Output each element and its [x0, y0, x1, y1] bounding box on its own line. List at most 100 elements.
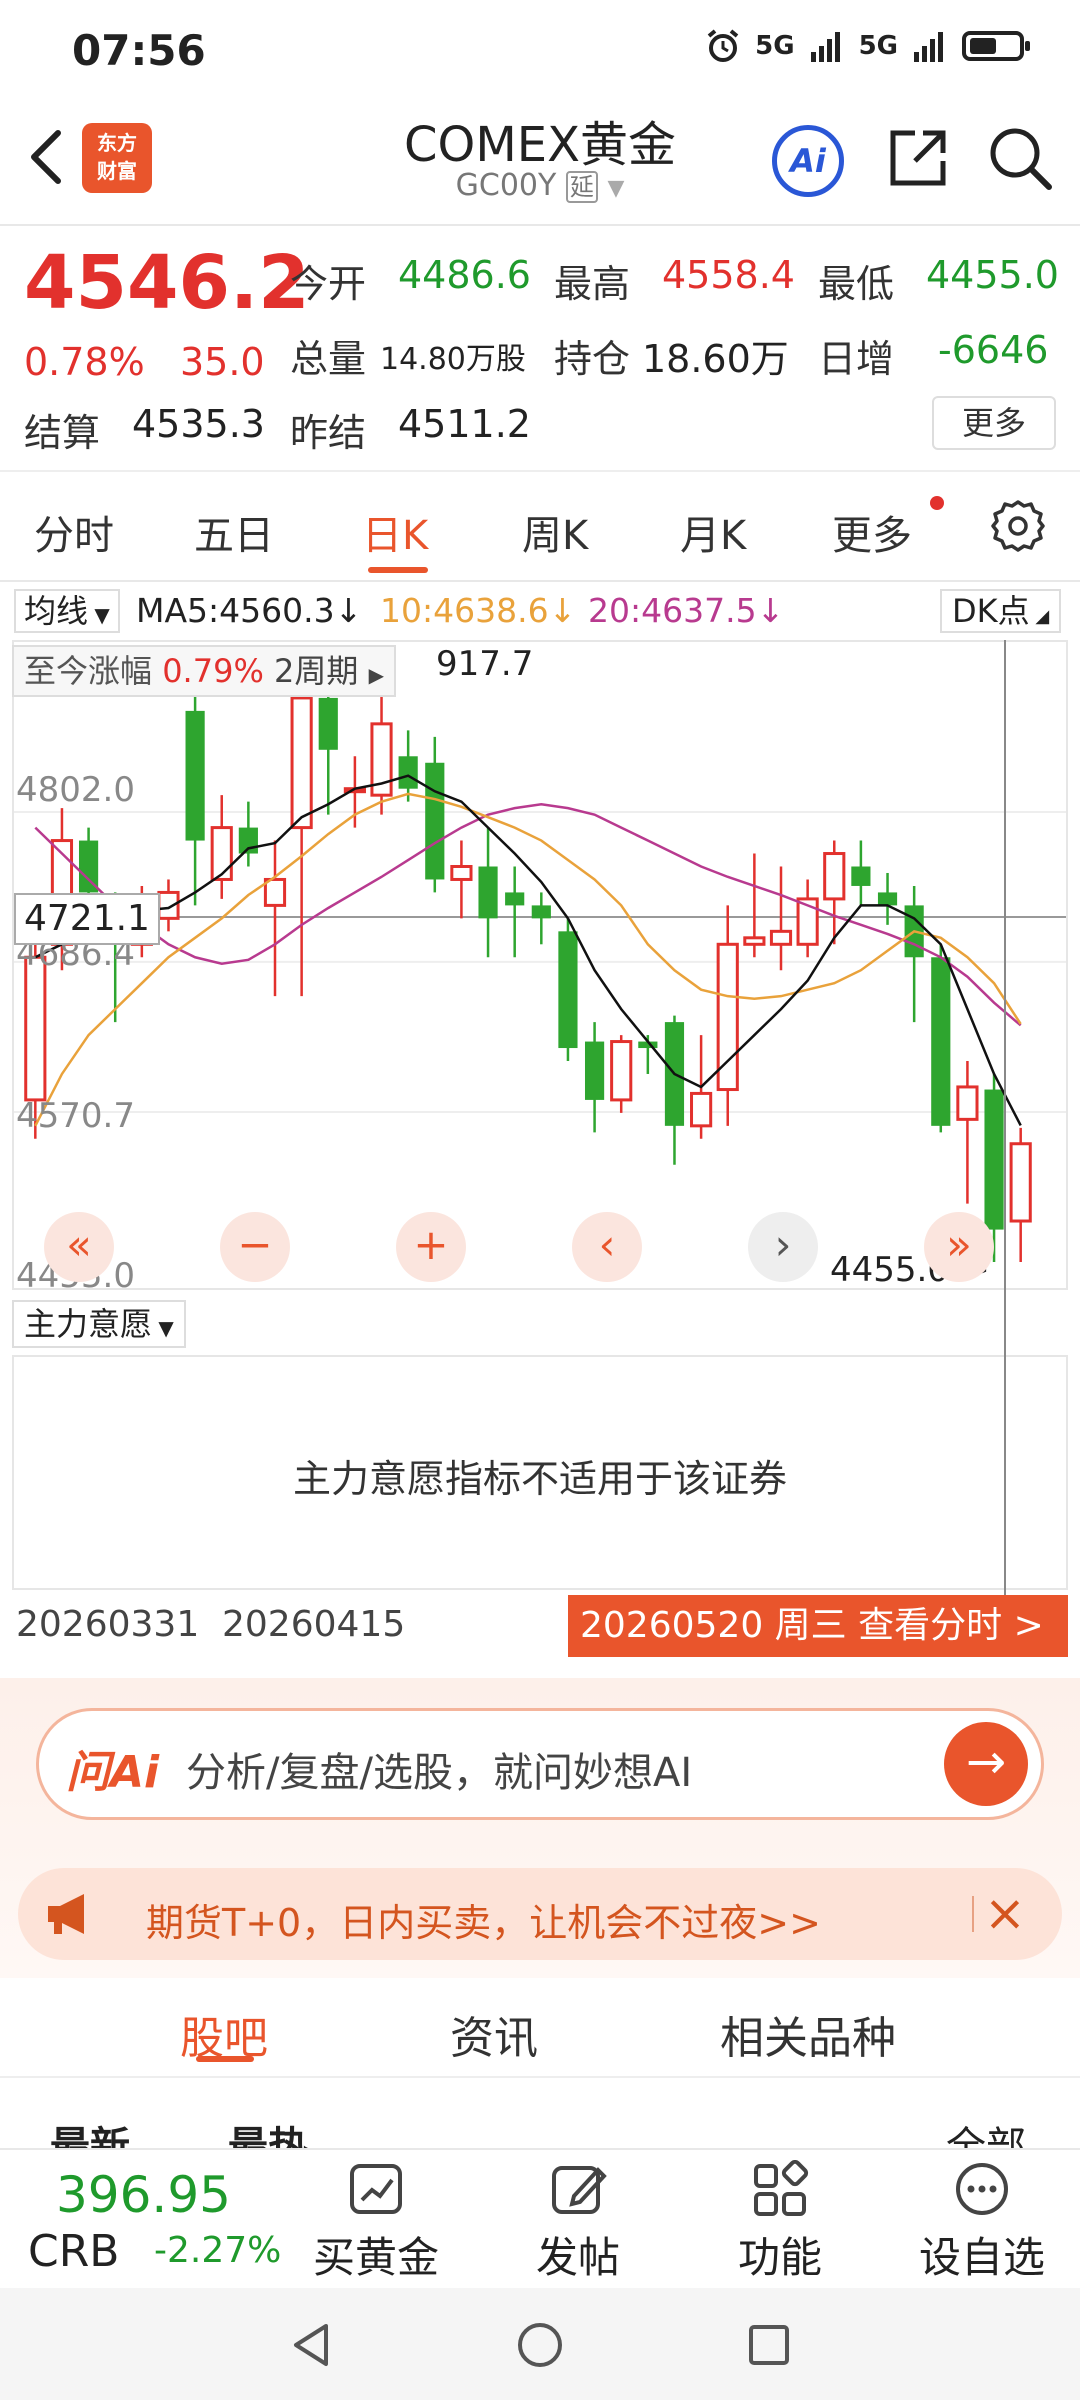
- sort-row: 最新 最热 全部: [0, 2080, 1080, 2150]
- more-quote-button[interactable]: 更多: [932, 396, 1056, 450]
- y-axis-label: 4802.0: [16, 770, 135, 810]
- dk-label: DK点: [952, 592, 1030, 630]
- divider: [0, 580, 1080, 582]
- candle-body: [769, 929, 793, 946]
- functions-button[interactable]: 功能: [700, 2160, 860, 2285]
- ma10-value: 10:4638.6↓: [380, 591, 576, 630]
- search-icon[interactable]: [985, 123, 1055, 193]
- crb-name[interactable]: CRB: [28, 2226, 119, 2277]
- scroll-right-button[interactable]: ›: [748, 1212, 818, 1282]
- crosshair-line: [1004, 640, 1006, 1595]
- scroll-start-button[interactable]: «: [44, 1212, 114, 1282]
- ma20-value: 20:4637.5↓: [588, 591, 784, 630]
- header: 东方 财富 COMEX黄金 GC00Y 延 ▼ Ai: [0, 95, 1080, 225]
- add-watchlist-button[interactable]: 设自选: [902, 2160, 1062, 2285]
- volume-value: 14.80万股: [380, 342, 526, 377]
- status-bar: 07:56 5G 5G: [0, 0, 1080, 95]
- corner-arrow-icon: ◢: [1029, 606, 1050, 627]
- crb-change[interactable]: -2.27%: [154, 2230, 281, 2271]
- scroll-end-button[interactable]: »: [924, 1212, 994, 1282]
- chevron-down-icon: ▼: [88, 603, 110, 627]
- crb-price[interactable]: 396.95: [56, 2166, 231, 2224]
- nav-recents-icon[interactable]: [744, 2320, 794, 2370]
- low-value: 4455.0: [926, 253, 1059, 297]
- sort-latest[interactable]: 最新: [50, 2114, 130, 2150]
- chevron-down-icon: ▼: [152, 1316, 174, 1340]
- scroll-left-button[interactable]: ‹: [572, 1212, 642, 1282]
- period-tabs: 分时 五日 日K 周K 月K 更多: [0, 475, 1080, 580]
- candle-body: [263, 877, 287, 907]
- dk-point-button[interactable]: DK点 ◢: [940, 589, 1062, 633]
- candle-body: [823, 852, 846, 901]
- zoom-in-button[interactable]: +: [396, 1212, 466, 1282]
- range-label: 至今涨幅: [24, 652, 153, 690]
- filter-all[interactable]: 全部: [946, 2114, 1026, 2150]
- chevron-right-icon: ▶: [368, 663, 384, 687]
- daily-increase-value: -6646: [938, 328, 1049, 372]
- high-label: 最高: [554, 262, 631, 306]
- network-label-2: 5G: [858, 31, 898, 61]
- tab-daily-k[interactable]: 日K: [362, 503, 428, 561]
- cursor-date-button[interactable]: 20260520 周三 查看分时 >: [568, 1595, 1068, 1657]
- candle-body: [425, 762, 445, 880]
- gear-icon[interactable]: [990, 498, 1046, 554]
- range-change-box[interactable]: 至今涨幅 0.79% 2周期 ▶: [12, 645, 396, 697]
- ai-assistant-button[interactable]: Ai: [772, 125, 844, 197]
- y-axis-label: 4570.7: [16, 1096, 135, 1136]
- buy-gold-button[interactable]: 买黄金: [296, 2160, 456, 2285]
- tab-intraday[interactable]: 分时: [34, 503, 114, 561]
- range-period: 2周期: [274, 652, 359, 690]
- low-label: 最低: [818, 262, 895, 306]
- tab-more-periods[interactable]: 更多: [832, 503, 912, 561]
- ma10-line: [34, 792, 1022, 1127]
- tab-monthly-k[interactable]: 月K: [680, 503, 746, 561]
- add-watchlist-label: 设自选: [918, 2233, 1045, 2282]
- candle-body: [1009, 1142, 1032, 1223]
- more-dots-icon: [956, 2163, 1008, 2215]
- tab-related[interactable]: 相关品种: [720, 2002, 896, 2066]
- sort-hottest[interactable]: 最热: [228, 2114, 308, 2150]
- ma-select-label: 均线: [24, 592, 89, 630]
- zoom-out-button[interactable]: −: [220, 1212, 290, 1282]
- kline-chart[interactable]: [12, 640, 1068, 1290]
- open-interest-label: 持仓: [554, 337, 631, 381]
- ma20-line: [34, 802, 1022, 1027]
- nav-home-icon[interactable]: [515, 2320, 565, 2370]
- notification-dot: [930, 496, 944, 510]
- candle-body: [398, 756, 418, 789]
- candle-body: [931, 957, 951, 1126]
- open-value: 4486.6: [398, 253, 531, 297]
- edit-icon: [552, 2166, 607, 2214]
- ma-select[interactable]: 均线 ▼: [14, 589, 120, 633]
- settle-label: 结算: [24, 411, 101, 455]
- signal-icon: [810, 32, 840, 62]
- candle-body: [690, 1091, 713, 1128]
- candle-body: [210, 826, 233, 881]
- candle-body: [24, 955, 47, 1102]
- ma5-text: MA5:4560.3: [136, 591, 335, 630]
- post-button[interactable]: 发帖: [498, 2160, 658, 2285]
- down-arrow-icon: ↓: [548, 591, 577, 630]
- community-tabs: 股吧 资讯 相关品种: [0, 1978, 1080, 2078]
- indicator-select[interactable]: 主力意愿 ▼: [12, 1300, 186, 1348]
- close-icon[interactable]: ×: [984, 1884, 1026, 1942]
- arrow-right-icon[interactable]: →: [944, 1722, 1028, 1806]
- contract-code-text: GC00Y: [455, 168, 557, 203]
- tab-five-day[interactable]: 五日: [194, 503, 274, 561]
- functions-label: 功能: [737, 2233, 822, 2282]
- high-value: 4558.4: [662, 253, 795, 297]
- candle-body: [558, 931, 578, 1049]
- chart-high-label: 917.7: [436, 644, 534, 684]
- tab-news[interactable]: 资讯: [450, 2002, 538, 2066]
- buy-gold-label: 买黄金: [312, 2233, 439, 2282]
- nav-back-icon[interactable]: [286, 2320, 336, 2370]
- ma-row: 均线 ▼ MA5:4560.3 ↓ 10:4638.6↓ 20:4637.5↓ D…: [0, 585, 1080, 637]
- last-price: 4546.2: [24, 240, 310, 326]
- candle-body: [531, 905, 551, 919]
- divider: [972, 1896, 974, 1932]
- ask-ai-text: 分析/复盘/选股，就问妙想AI: [186, 1750, 693, 1796]
- promo-text: 期货T+0，日内买卖，让机会不过夜>>: [146, 1901, 821, 1945]
- share-icon[interactable]: [885, 125, 951, 191]
- x-axis-label: 20260331: [16, 1604, 200, 1645]
- tab-weekly-k[interactable]: 周K: [522, 503, 588, 561]
